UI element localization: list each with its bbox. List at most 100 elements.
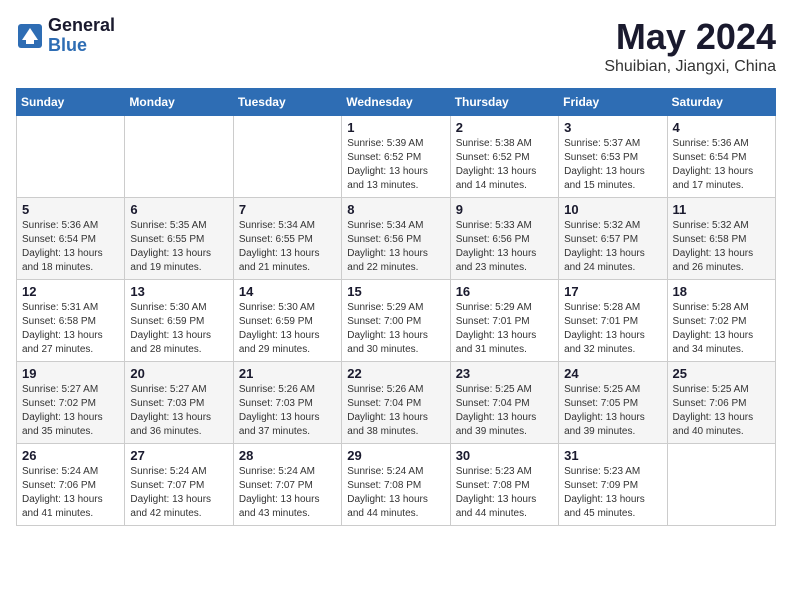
calendar-cell: 26 Sunrise: 5:24 AMSunset: 7:06 PMDayligh… <box>17 444 125 526</box>
logo: General Blue <box>16 16 115 56</box>
day-info: Sunrise: 5:24 AMSunset: 7:06 PMDaylight:… <box>22 465 119 521</box>
calendar-cell: 27 Sunrise: 5:24 AMSunset: 7:07 PMDayligh… <box>125 444 233 526</box>
day-info: Sunrise: 5:37 AMSunset: 6:53 PMDaylight:… <box>564 137 661 193</box>
day-number: 22 <box>347 366 444 381</box>
day-number: 1 <box>347 120 444 135</box>
logo-line2: Blue <box>48 36 115 56</box>
day-info: Sunrise: 5:27 AMSunset: 7:02 PMDaylight:… <box>22 383 119 439</box>
day-info: Sunrise: 5:25 AMSunset: 7:04 PMDaylight:… <box>456 383 553 439</box>
day-number: 18 <box>673 284 770 299</box>
logo-icon <box>16 22 44 50</box>
weekday-header-row: SundayMondayTuesdayWednesdayThursdayFrid… <box>17 89 776 116</box>
day-info: Sunrise: 5:23 AMSunset: 7:09 PMDaylight:… <box>564 465 661 521</box>
weekday-header-saturday: Saturday <box>667 89 775 116</box>
day-info: Sunrise: 5:23 AMSunset: 7:08 PMDaylight:… <box>456 465 553 521</box>
calendar-cell: 8 Sunrise: 5:34 AMSunset: 6:56 PMDaylight… <box>342 198 450 280</box>
day-number: 21 <box>239 366 336 381</box>
day-number: 10 <box>564 202 661 217</box>
calendar-cell: 2 Sunrise: 5:38 AMSunset: 6:52 PMDaylight… <box>450 116 558 198</box>
calendar-table: SundayMondayTuesdayWednesdayThursdayFrid… <box>16 88 776 526</box>
title-area: May 2024 Shuibian, Jiangxi, China <box>604 16 776 76</box>
calendar-cell: 22 Sunrise: 5:26 AMSunset: 7:04 PMDayligh… <box>342 362 450 444</box>
weekday-header-friday: Friday <box>559 89 667 116</box>
calendar-week-3: 12 Sunrise: 5:31 AMSunset: 6:58 PMDayligh… <box>17 280 776 362</box>
calendar-week-5: 26 Sunrise: 5:24 AMSunset: 7:06 PMDayligh… <box>17 444 776 526</box>
calendar-cell: 29 Sunrise: 5:24 AMSunset: 7:08 PMDayligh… <box>342 444 450 526</box>
calendar-cell: 23Sunrise: 5:25 AMSunset: 7:04 PMDayligh… <box>450 362 558 444</box>
calendar-cell <box>17 116 125 198</box>
calendar-cell: 17Sunrise: 5:28 AMSunset: 7:01 PMDayligh… <box>559 280 667 362</box>
day-number: 8 <box>347 202 444 217</box>
calendar-cell: 19Sunrise: 5:27 AMSunset: 7:02 PMDayligh… <box>17 362 125 444</box>
day-number: 5 <box>22 202 119 217</box>
calendar-cell: 7 Sunrise: 5:34 AMSunset: 6:55 PMDaylight… <box>233 198 341 280</box>
day-number: 27 <box>130 448 227 463</box>
calendar-cell: 5 Sunrise: 5:36 AMSunset: 6:54 PMDaylight… <box>17 198 125 280</box>
calendar-cell <box>233 116 341 198</box>
calendar-cell: 25Sunrise: 5:25 AMSunset: 7:06 PMDayligh… <box>667 362 775 444</box>
month-title: May 2024 <box>604 16 776 58</box>
day-number: 6 <box>130 202 227 217</box>
calendar-cell: 21 Sunrise: 5:26 AMSunset: 7:03 PMDayligh… <box>233 362 341 444</box>
calendar-cell: 6 Sunrise: 5:35 AMSunset: 6:55 PMDaylight… <box>125 198 233 280</box>
calendar-cell: 12 Sunrise: 5:31 AMSunset: 6:58 PMDayligh… <box>17 280 125 362</box>
day-info: Sunrise: 5:26 AMSunset: 7:04 PMDaylight:… <box>347 383 444 439</box>
calendar-cell: 9Sunrise: 5:33 AMSunset: 6:56 PMDaylight… <box>450 198 558 280</box>
day-info: Sunrise: 5:38 AMSunset: 6:52 PMDaylight:… <box>456 137 553 193</box>
day-number: 28 <box>239 448 336 463</box>
calendar-cell: 11 Sunrise: 5:32 AMSunset: 6:58 PMDayligh… <box>667 198 775 280</box>
calendar-cell <box>667 444 775 526</box>
calendar-cell: 30Sunrise: 5:23 AMSunset: 7:08 PMDayligh… <box>450 444 558 526</box>
day-number: 24 <box>564 366 661 381</box>
day-info: Sunrise: 5:29 AMSunset: 7:01 PMDaylight:… <box>456 301 553 357</box>
calendar-cell: 1Sunrise: 5:39 AMSunset: 6:52 PMDaylight… <box>342 116 450 198</box>
day-number: 20 <box>130 366 227 381</box>
day-info: Sunrise: 5:34 AMSunset: 6:55 PMDaylight:… <box>239 219 336 275</box>
day-info: Sunrise: 5:24 AMSunset: 7:07 PMDaylight:… <box>130 465 227 521</box>
day-number: 29 <box>347 448 444 463</box>
calendar-cell: 28Sunrise: 5:24 AMSunset: 7:07 PMDayligh… <box>233 444 341 526</box>
day-number: 11 <box>673 202 770 217</box>
calendar-cell: 14Sunrise: 5:30 AMSunset: 6:59 PMDayligh… <box>233 280 341 362</box>
day-info: Sunrise: 5:35 AMSunset: 6:55 PMDaylight:… <box>130 219 227 275</box>
calendar-week-4: 19Sunrise: 5:27 AMSunset: 7:02 PMDayligh… <box>17 362 776 444</box>
day-number: 12 <box>22 284 119 299</box>
day-number: 7 <box>239 202 336 217</box>
day-info: Sunrise: 5:32 AMSunset: 6:58 PMDaylight:… <box>673 219 770 275</box>
calendar-cell: 4Sunrise: 5:36 AMSunset: 6:54 PMDaylight… <box>667 116 775 198</box>
calendar-cell: 31 Sunrise: 5:23 AMSunset: 7:09 PMDayligh… <box>559 444 667 526</box>
day-info: Sunrise: 5:29 AMSunset: 7:00 PMDaylight:… <box>347 301 444 357</box>
day-number: 9 <box>456 202 553 217</box>
logo-line1: General <box>48 16 115 36</box>
calendar-cell: 18 Sunrise: 5:28 AMSunset: 7:02 PMDayligh… <box>667 280 775 362</box>
day-number: 2 <box>456 120 553 135</box>
day-info: Sunrise: 5:24 AMSunset: 7:08 PMDaylight:… <box>347 465 444 521</box>
location-title: Shuibian, Jiangxi, China <box>604 58 776 76</box>
day-info: Sunrise: 5:31 AMSunset: 6:58 PMDaylight:… <box>22 301 119 357</box>
day-number: 3 <box>564 120 661 135</box>
calendar-cell: 15Sunrise: 5:29 AMSunset: 7:00 PMDayligh… <box>342 280 450 362</box>
day-info: Sunrise: 5:26 AMSunset: 7:03 PMDaylight:… <box>239 383 336 439</box>
day-info: Sunrise: 5:32 AMSunset: 6:57 PMDaylight:… <box>564 219 661 275</box>
weekday-header-monday: Monday <box>125 89 233 116</box>
day-number: 17 <box>564 284 661 299</box>
day-info: Sunrise: 5:34 AMSunset: 6:56 PMDaylight:… <box>347 219 444 275</box>
day-number: 26 <box>22 448 119 463</box>
calendar-week-2: 5 Sunrise: 5:36 AMSunset: 6:54 PMDaylight… <box>17 198 776 280</box>
day-info: Sunrise: 5:28 AMSunset: 7:02 PMDaylight:… <box>673 301 770 357</box>
weekday-header-wednesday: Wednesday <box>342 89 450 116</box>
day-number: 31 <box>564 448 661 463</box>
day-number: 25 <box>673 366 770 381</box>
day-number: 13 <box>130 284 227 299</box>
calendar-cell: 20Sunrise: 5:27 AMSunset: 7:03 PMDayligh… <box>125 362 233 444</box>
day-info: Sunrise: 5:30 AMSunset: 6:59 PMDaylight:… <box>239 301 336 357</box>
day-info: Sunrise: 5:30 AMSunset: 6:59 PMDaylight:… <box>130 301 227 357</box>
weekday-header-thursday: Thursday <box>450 89 558 116</box>
day-info: Sunrise: 5:36 AMSunset: 6:54 PMDaylight:… <box>22 219 119 275</box>
day-info: Sunrise: 5:25 AMSunset: 7:05 PMDaylight:… <box>564 383 661 439</box>
calendar-cell: 3 Sunrise: 5:37 AMSunset: 6:53 PMDaylight… <box>559 116 667 198</box>
weekday-header-tuesday: Tuesday <box>233 89 341 116</box>
day-info: Sunrise: 5:36 AMSunset: 6:54 PMDaylight:… <box>673 137 770 193</box>
weekday-header-sunday: Sunday <box>17 89 125 116</box>
calendar-cell <box>125 116 233 198</box>
